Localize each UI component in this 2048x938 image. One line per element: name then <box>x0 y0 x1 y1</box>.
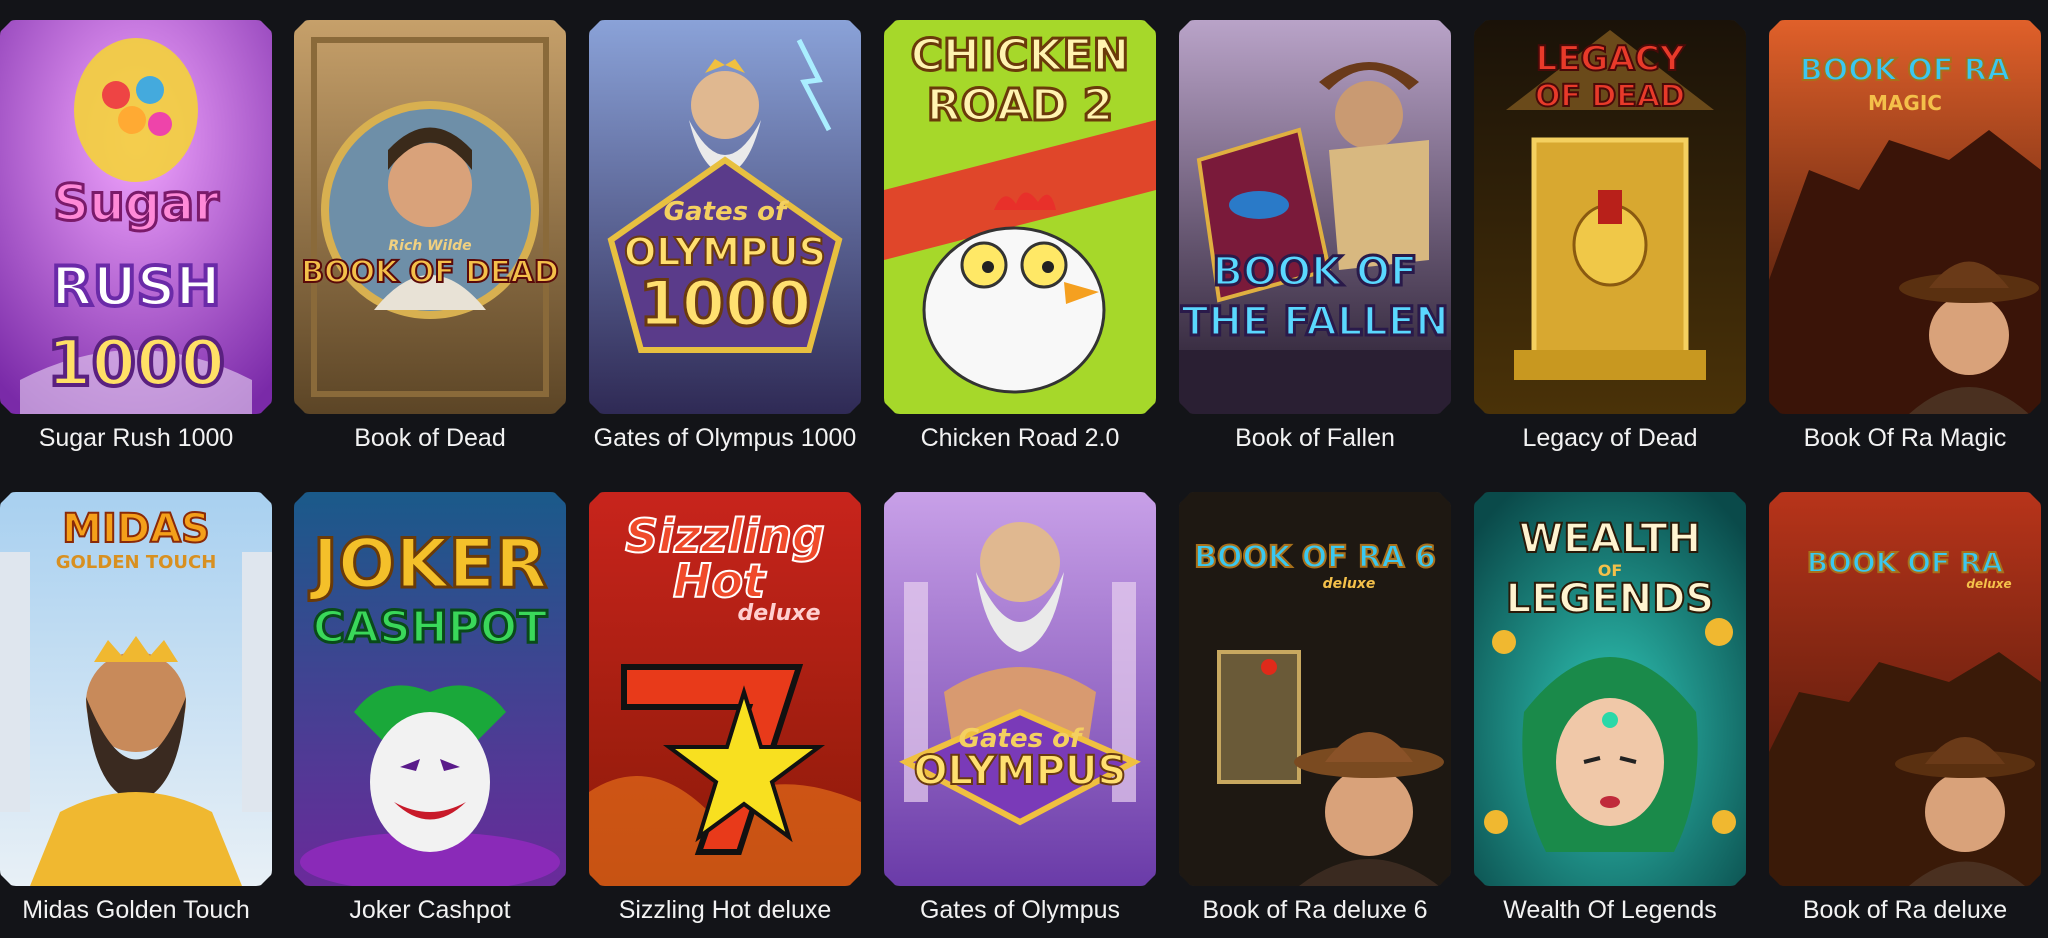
game-thumbnail[interactable]: BOOK OF THE FALLEN <box>1179 20 1451 414</box>
game-card[interactable]: MIDAS GOLDEN TOUCH Midas Golden Touch <box>0 492 272 928</box>
game-thumbnail[interactable]: Sugar RUSH 1000 <box>0 20 272 414</box>
logo-line-1: JOKER <box>309 525 548 604</box>
game-card[interactable]: Gates of OLYMPUS Gates of Olympus <box>884 492 1156 928</box>
golden-tomb-icon: LEGACY OF DEAD <box>1474 20 1746 414</box>
logo-line-1: WEALTH <box>1519 516 1701 562</box>
game-thumbnail[interactable]: Sizzling Hot deluxe <box>589 492 861 886</box>
game-grid: Sugar RUSH 1000 Sugar Rush 1000 Rich Wil… <box>0 0 2048 938</box>
logo-line-1: BOOK OF RA <box>1807 546 2004 579</box>
game-thumbnail[interactable]: Rich Wilde BOOK OF DEAD <box>294 20 566 414</box>
game-title[interactable]: Sizzling Hot deluxe <box>589 892 861 928</box>
game-card[interactable]: WEALTH OF LEGENDS Wealth Of Legends <box>1474 492 1746 928</box>
logo-line-1: Sugar <box>53 174 219 232</box>
logo-line-2: MAGIC <box>1868 91 1942 115</box>
logo-line-2: deluxe <box>1966 577 2011 591</box>
gumball-machine-icon: Sugar RUSH 1000 <box>0 20 272 414</box>
king-midas-icon: MIDAS GOLDEN TOUCH <box>0 492 272 886</box>
logo-line-2: CASHPOT <box>313 602 548 653</box>
game-card[interactable]: CHICKEN ROAD 2 Chicken Road 2.0 <box>884 20 1156 456</box>
explorer-portrait-icon: BOOK OF RA deluxe <box>1769 492 2041 886</box>
game-title[interactable]: Chicken Road 2.0 <box>884 420 1156 456</box>
logo-line-2: THE FALLEN <box>1181 299 1448 345</box>
game-card[interactable]: LEGACY OF DEAD Legacy of Dead <box>1474 20 1746 456</box>
chicken-icon: CHICKEN ROAD 2 <box>884 20 1156 414</box>
explorer-portrait-icon: BOOK OF RA MAGIC <box>1769 20 2041 414</box>
game-thumbnail[interactable]: Gates of OLYMPUS <box>884 492 1156 886</box>
logo-line-1: BOOK OF RA 6 <box>1194 540 1436 575</box>
game-card[interactable]: BOOK OF RA 6 deluxe Book of Ra deluxe 6 <box>1179 492 1451 928</box>
logo-line-2: RUSH <box>51 255 221 318</box>
logo-line-2: Hot <box>673 554 767 608</box>
game-card[interactable]: Sugar RUSH 1000 Sugar Rush 1000 <box>0 20 272 456</box>
logo-line-1: CHICKEN <box>911 30 1130 81</box>
logo-line-2: deluxe <box>1323 576 1376 592</box>
logo-line-3: LEGENDS <box>1506 576 1714 622</box>
logo-line-1: Rich Wilde <box>388 238 471 254</box>
game-thumbnail[interactable]: MIDAS GOLDEN TOUCH <box>0 492 272 886</box>
logo-line-3: 1000 <box>639 267 812 340</box>
game-thumbnail[interactable]: BOOK OF RA MAGIC <box>1769 20 2041 414</box>
seven-star-icon: Sizzling Hot deluxe <box>589 492 861 886</box>
game-thumbnail[interactable]: CHICKEN ROAD 2 <box>884 20 1156 414</box>
logo-line-1: MIDAS <box>62 506 210 552</box>
joker-icon: JOKER CASHPOT <box>294 492 566 886</box>
game-title[interactable]: Book Of Ra Magic <box>1769 420 2041 456</box>
game-title[interactable]: Book of Dead <box>294 420 566 456</box>
game-title[interactable]: Wealth Of Legends <box>1474 892 1746 928</box>
logo-line-1: Gates of <box>664 197 790 227</box>
game-title[interactable]: Gates of Olympus <box>884 892 1156 928</box>
medusa-icon: WEALTH OF LEGENDS <box>1474 492 1746 886</box>
game-thumbnail[interactable]: LEGACY OF DEAD <box>1474 20 1746 414</box>
game-title[interactable]: Book of Fallen <box>1179 420 1451 456</box>
game-card[interactable]: Rich Wilde BOOK OF DEAD Book of Dead <box>294 20 566 456</box>
game-card[interactable]: Gates of OLYMPUS 1000 Gates of Olympus 1… <box>589 20 861 456</box>
game-thumbnail[interactable]: JOKER CASHPOT <box>294 492 566 886</box>
explorer-portrait-icon: BOOK OF RA 6 deluxe <box>1179 492 1451 886</box>
logo-line-2: BOOK OF DEAD <box>301 255 559 290</box>
game-title[interactable]: Midas Golden Touch <box>0 892 272 928</box>
game-thumbnail[interactable]: BOOK OF RA 6 deluxe <box>1179 492 1451 886</box>
explorer-portrait-icon: Rich Wilde BOOK OF DEAD <box>294 20 566 414</box>
logo-line-1: BOOK OF <box>1213 249 1418 295</box>
game-title[interactable]: Joker Cashpot <box>294 892 566 928</box>
logo-line-3: 1000 <box>47 327 225 401</box>
game-card[interactable]: Sizzling Hot deluxe Sizzling Hot deluxe <box>589 492 861 928</box>
game-card[interactable]: BOOK OF RA MAGIC Book Of Ra Magic <box>1769 20 2041 456</box>
game-title[interactable]: Legacy of Dead <box>1474 420 1746 456</box>
logo-line-2: GOLDEN TOUCH <box>56 552 217 573</box>
game-card[interactable]: JOKER CASHPOT Joker Cashpot <box>294 492 566 928</box>
zeus-icon: Gates of OLYMPUS 1000 <box>589 20 861 414</box>
book-icon: BOOK OF THE FALLEN <box>1179 20 1451 414</box>
game-card[interactable]: BOOK OF RA deluxe Book of Ra deluxe <box>1769 492 2041 928</box>
game-title[interactable]: Gates of Olympus 1000 <box>589 420 861 456</box>
game-title[interactable]: Sugar Rush 1000 <box>0 420 272 456</box>
logo-line-2: ROAD 2 <box>927 80 1114 131</box>
logo-line-1: BOOK OF RA <box>1800 53 2011 88</box>
game-card[interactable]: BOOK OF THE FALLEN Book of Fallen <box>1179 20 1451 456</box>
logo-line-3: deluxe <box>738 601 821 626</box>
game-thumbnail[interactable]: BOOK OF RA deluxe <box>1769 492 2041 886</box>
logo-line-2: OLYMPUS <box>914 748 1127 794</box>
game-title[interactable]: Book of Ra deluxe <box>1769 892 2041 928</box>
logo-line-1: LEGACY <box>1536 39 1685 79</box>
game-thumbnail[interactable]: Gates of OLYMPUS 1000 <box>589 20 861 414</box>
game-title[interactable]: Book of Ra deluxe 6 <box>1179 892 1451 928</box>
zeus-icon: Gates of OLYMPUS <box>884 492 1156 886</box>
logo-line-2: OF DEAD <box>1535 79 1685 114</box>
game-thumbnail[interactable]: WEALTH OF LEGENDS <box>1474 492 1746 886</box>
